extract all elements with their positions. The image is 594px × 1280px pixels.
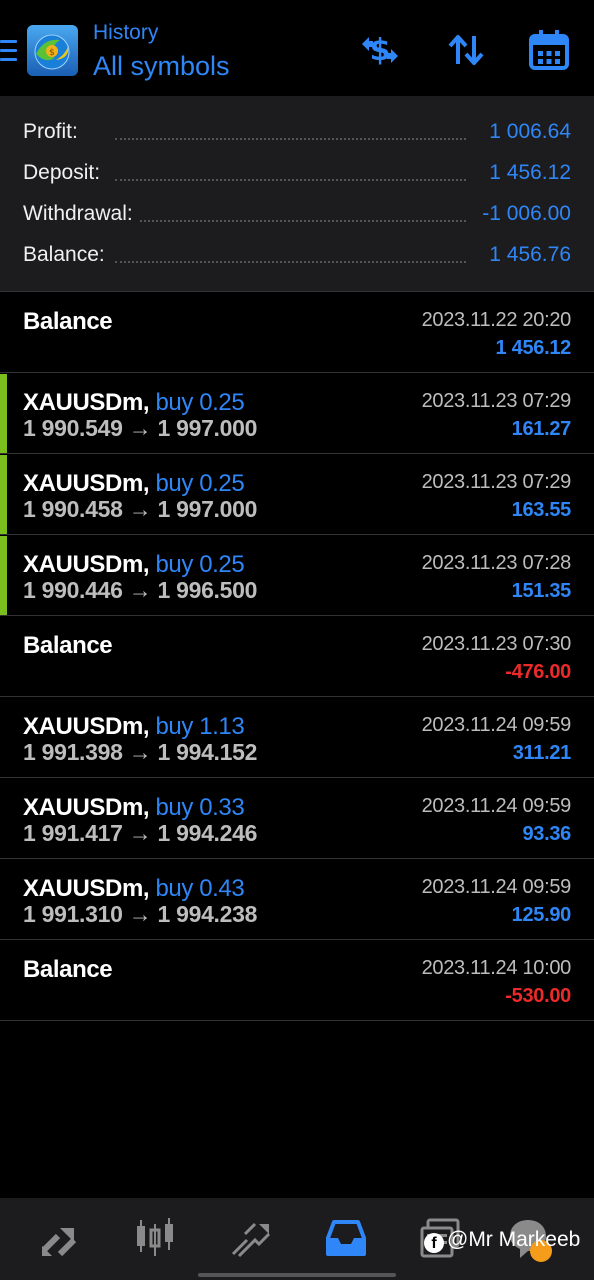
row-symbol: XAUUSDm, — [23, 551, 150, 578]
row-side: buy 0.43 — [155, 875, 245, 902]
chart-icon[interactable] — [133, 1216, 177, 1260]
history-icon[interactable] — [324, 1216, 368, 1260]
row-date: 2023.11.23 07:28 — [421, 552, 572, 574]
row-amount: 93.36 — [522, 823, 571, 845]
facebook-icon: f — [424, 1233, 444, 1253]
row-amount: 1 456.12 — [495, 337, 572, 359]
summary-label: Balance: — [23, 243, 111, 267]
history-summary: Profit: 1 006.64 Deposit: 1 456.12 Withd… — [0, 96, 594, 291]
row-title: XAUUSDm, buy 0.33 — [23, 794, 245, 822]
page-subtitle: History — [93, 21, 159, 44]
sort-icon[interactable] — [444, 28, 488, 72]
history-row-balance[interactable]: Balance 2023.11.23 07:30 -476.00 — [0, 615, 594, 696]
svg-text:$: $ — [370, 33, 391, 68]
row-marker — [0, 536, 7, 615]
row-symbol: XAUUSDm, — [23, 794, 150, 821]
row-prices: 1 991.310 → 1 994.238 — [23, 901, 258, 927]
watermark: f @Mr Markeeb — [424, 1228, 580, 1253]
history-row-trade[interactable]: XAUUSDm, buy 0.25 1 990.458 → 1 997.000 … — [0, 453, 594, 534]
row-side: buy 0.25 — [155, 470, 245, 497]
menu-icon[interactable] — [0, 38, 17, 64]
home-indicator[interactable] — [198, 1273, 396, 1277]
summary-label: Withdrawal: — [23, 202, 139, 226]
row-title: XAUUSDm, buy 1.13 — [23, 713, 245, 741]
row-title: XAUUSDm, buy 0.25 — [23, 470, 245, 498]
row-title: Balance — [23, 308, 113, 335]
summary-balance: Balance: 1 456.76 — [0, 237, 594, 277]
summary-value: 1 456.12 — [483, 161, 571, 185]
history-row-trade[interactable]: XAUUSDm, buy 0.43 1 991.310 → 1 994.238 … — [0, 858, 594, 939]
row-date: 2023.11.23 07:29 — [421, 390, 572, 412]
history-row-balance[interactable]: Balance 2023.11.24 10:00 -530.00 — [0, 939, 594, 1020]
dotted-leader — [115, 138, 466, 140]
row-prices: 1 990.549 → 1 997.000 — [23, 415, 258, 441]
row-amount: 151.35 — [511, 580, 572, 602]
row-symbol: XAUUSDm, — [23, 470, 150, 497]
list-divider — [0, 1020, 594, 1021]
history-row-balance[interactable]: Balance 2023.11.22 20:20 1 456.12 — [0, 291, 594, 372]
row-date: 2023.11.23 07:29 — [421, 471, 572, 493]
trade-icon[interactable] — [229, 1216, 273, 1260]
history-row-trade[interactable]: XAUUSDm, buy 1.13 1 991.398 → 1 994.152 … — [0, 696, 594, 777]
calendar-icon[interactable] — [527, 28, 571, 72]
row-amount: -530.00 — [505, 985, 571, 1007]
summary-label: Profit: — [23, 120, 84, 144]
history-row-trade[interactable]: XAUUSDm, buy 0.33 1 991.417 → 1 994.246 … — [0, 777, 594, 858]
top-app-bar: $ History All symbols $ — [0, 0, 594, 96]
row-date: 2023.11.24 09:59 — [421, 714, 572, 736]
summary-profit: Profit: 1 006.64 — [0, 114, 594, 154]
row-side: buy 0.25 — [155, 389, 245, 416]
row-amount: 311.21 — [512, 742, 572, 764]
row-side: buy 1.13 — [155, 713, 245, 740]
quotes-icon[interactable] — [38, 1216, 82, 1260]
row-date: 2023.11.23 07:30 — [421, 633, 572, 655]
row-amount: 125.90 — [511, 904, 572, 926]
row-side: buy 0.25 — [155, 551, 245, 578]
svg-text:$: $ — [49, 48, 55, 58]
page-title[interactable]: All symbols — [93, 51, 230, 82]
summary-value: 1 456.76 — [483, 243, 571, 267]
app-logo-icon: $ — [26, 24, 79, 77]
row-amount: 161.27 — [511, 418, 572, 440]
watermark-text: @Mr Markeeb — [447, 1228, 581, 1251]
history-row-trade[interactable]: XAUUSDm, buy 0.25 1 990.549 → 1 997.000 … — [0, 372, 594, 453]
row-amount: -476.00 — [505, 661, 571, 683]
row-title: XAUUSDm, buy 0.25 — [23, 551, 245, 579]
row-title: XAUUSDm, buy 0.43 — [23, 875, 245, 903]
summary-label: Deposit: — [23, 161, 107, 185]
row-title: Balance — [23, 632, 113, 659]
row-marker — [0, 455, 7, 534]
history-row-trade[interactable]: XAUUSDm, buy 0.25 1 990.446 → 1 996.500 … — [0, 534, 594, 615]
row-symbol: XAUUSDm, — [23, 875, 150, 902]
row-prices: 1 991.398 → 1 994.152 — [23, 739, 258, 765]
dotted-leader — [115, 220, 466, 222]
row-marker — [0, 374, 7, 453]
row-amount: 163.55 — [511, 499, 572, 521]
row-prices: 1 990.458 → 1 997.000 — [23, 496, 258, 522]
row-side: buy 0.33 — [155, 794, 245, 821]
row-symbol: XAUUSDm, — [23, 389, 150, 416]
row-date: 2023.11.22 20:20 — [421, 309, 572, 331]
row-date: 2023.11.24 10:00 — [421, 957, 572, 979]
summary-withdrawal: Withdrawal: -1 006.00 — [0, 196, 594, 236]
row-title: XAUUSDm, buy 0.25 — [23, 389, 245, 417]
row-prices: 1 991.417 → 1 994.246 — [23, 820, 258, 846]
row-symbol: XAUUSDm, — [23, 713, 150, 740]
dotted-leader — [115, 179, 466, 181]
summary-value: 1 006.64 — [483, 120, 571, 144]
row-date: 2023.11.24 09:59 — [421, 795, 572, 817]
row-prices: 1 990.446 → 1 996.500 — [23, 577, 258, 603]
summary-deposit: Deposit: 1 456.12 — [0, 155, 594, 195]
dotted-leader — [115, 261, 466, 263]
row-date: 2023.11.24 09:59 — [421, 876, 572, 898]
row-title: Balance — [23, 956, 113, 983]
dollar-swap-icon[interactable]: $ — [358, 28, 402, 72]
summary-value: -1 006.00 — [476, 202, 571, 226]
